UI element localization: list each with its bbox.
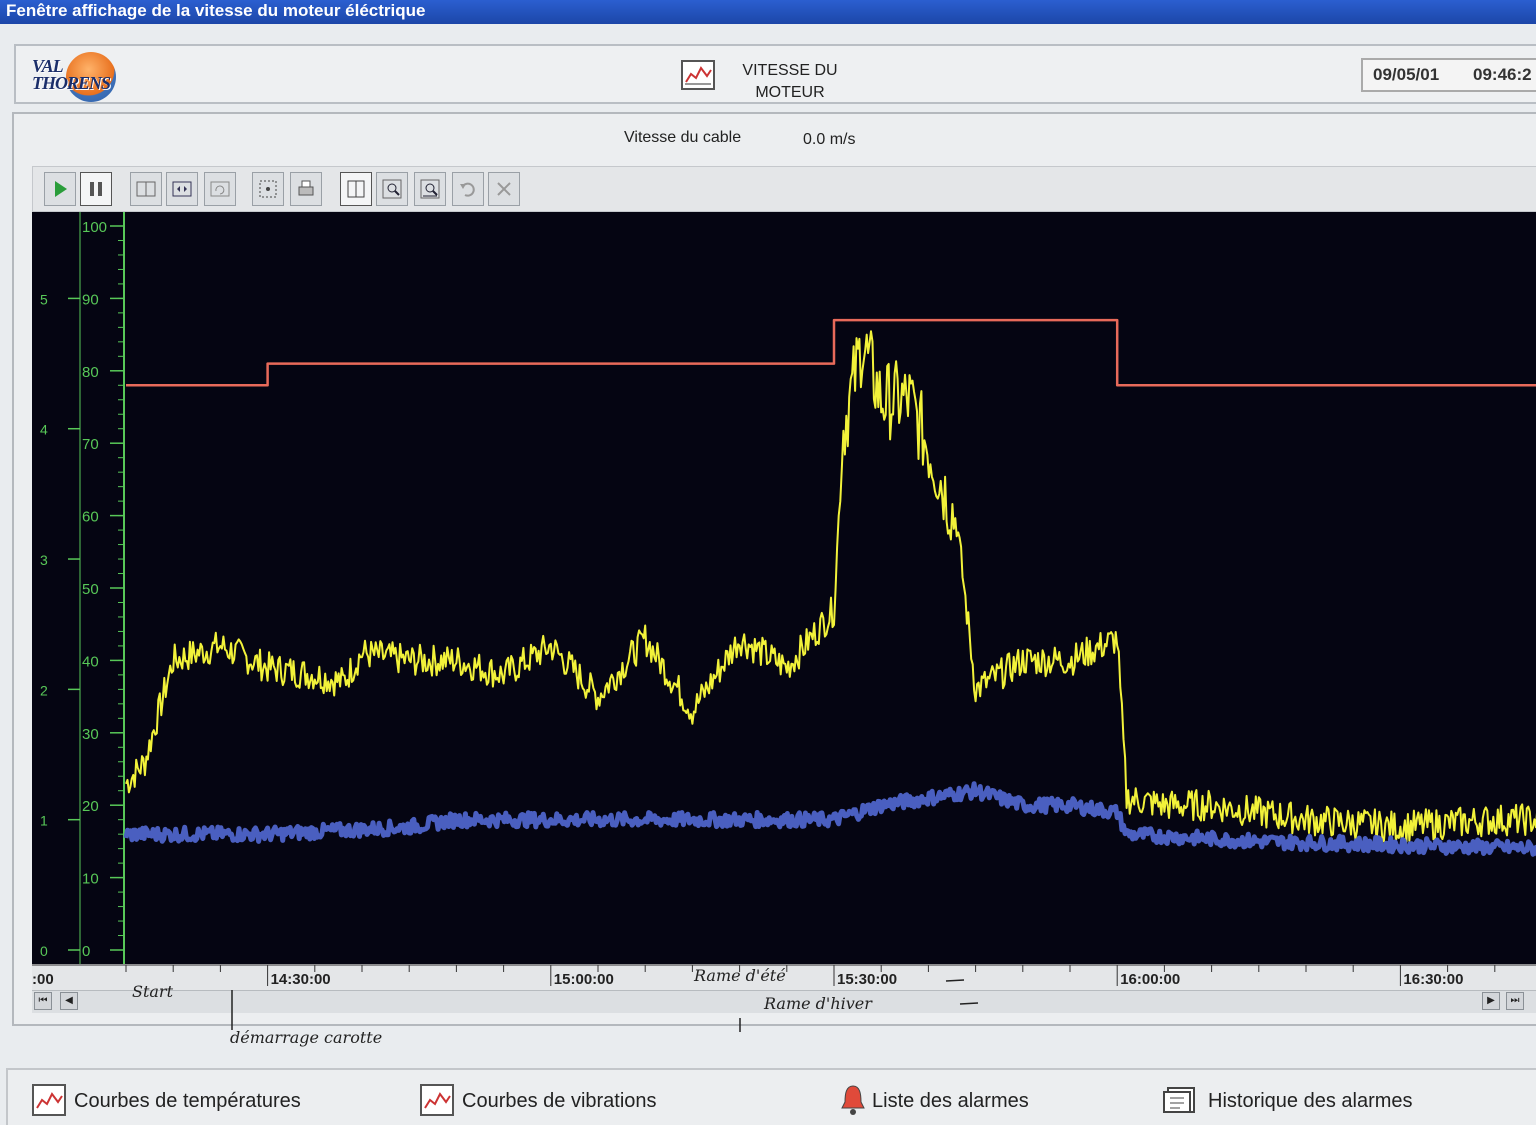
nav-label: Courbes de vibrations xyxy=(462,1090,657,1112)
chart-icon xyxy=(32,1084,66,1116)
annotation-mark xyxy=(959,1002,979,1005)
chart-icon xyxy=(420,1084,454,1116)
annotation-mark xyxy=(945,979,965,982)
bell-icon xyxy=(841,1085,865,1115)
nav-vibration-curves[interactable]: Courbes de vibrations xyxy=(420,1080,680,1120)
nav-alarm-history[interactable]: Historique des alarmes xyxy=(1156,1080,1446,1120)
nav-label: Liste des alarmes xyxy=(872,1090,1029,1112)
nav-temperature-curves[interactable]: Courbes de températures xyxy=(32,1080,332,1120)
nav-alarm-list[interactable]: Liste des alarmes xyxy=(836,1080,1056,1120)
nav-label: Courbes de températures xyxy=(74,1090,301,1112)
nav-label: Historique des alarmes xyxy=(1208,1090,1413,1112)
history-icon xyxy=(1163,1087,1195,1113)
annotation-marks xyxy=(231,979,979,1032)
